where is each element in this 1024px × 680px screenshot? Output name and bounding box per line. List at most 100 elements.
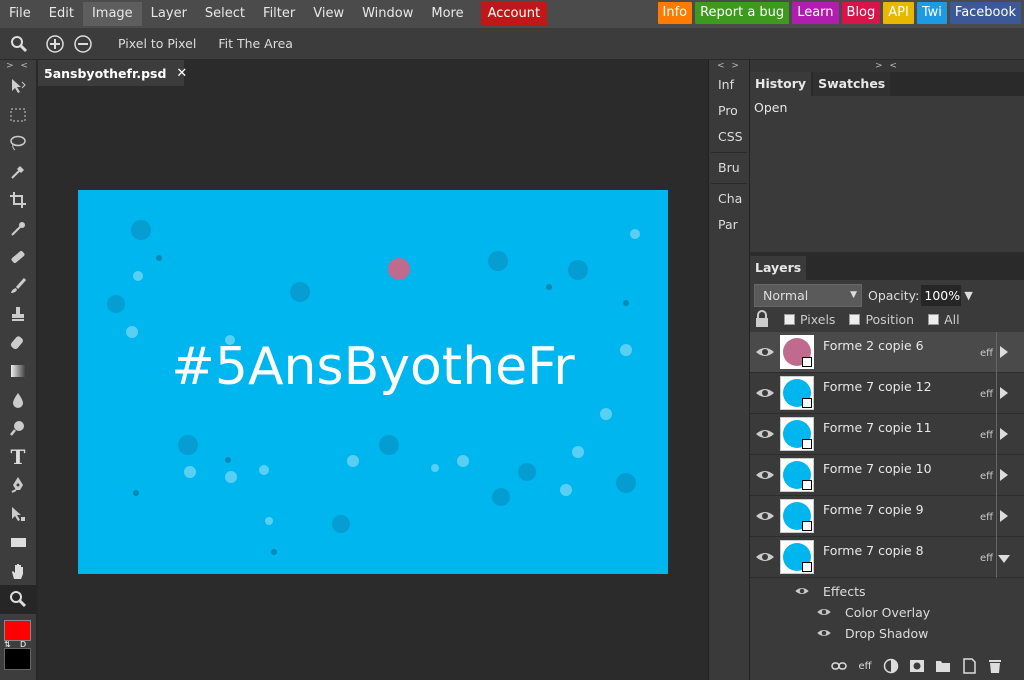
menu-edit[interactable]: Edit: [40, 2, 83, 26]
divider: [996, 537, 997, 578]
expand-arrow-icon[interactable]: [1000, 387, 1008, 399]
layer-row[interactable]: Forme 2 copie 6 eff: [750, 332, 1024, 373]
info-badge[interactable]: Info: [657, 2, 693, 24]
expand-arrow-icon[interactable]: [1000, 428, 1008, 440]
menu-window[interactable]: Window: [353, 2, 422, 26]
close-icon[interactable]: ✕: [176, 66, 187, 81]
eye-icon[interactable]: [755, 549, 775, 565]
eye-icon[interactable]: [755, 508, 775, 524]
lock-all-checkbox[interactable]: [928, 313, 940, 325]
new-layer-icon[interactable]: [960, 657, 978, 675]
blur-tool-icon[interactable]: [0, 386, 36, 415]
stamp-tool-icon[interactable]: [0, 300, 36, 329]
link-layers-icon[interactable]: [830, 657, 848, 675]
tab-swatches[interactable]: Swatches: [813, 72, 891, 96]
pen-tool-icon[interactable]: [0, 471, 36, 500]
api-badge[interactable]: API: [883, 2, 914, 24]
eye-icon[interactable]: [755, 467, 775, 483]
default-colors-button[interactable]: D: [20, 640, 26, 649]
mini-panels-collapse[interactable]: < >: [709, 60, 749, 72]
expand-arrow-icon[interactable]: [1000, 510, 1008, 522]
lock-position-checkbox[interactable]: [849, 313, 861, 325]
healing-tool-icon[interactable]: [0, 243, 36, 272]
menu-select[interactable]: Select: [196, 2, 254, 26]
menu-layer[interactable]: Layer: [142, 2, 196, 26]
badge-links: Info Report a bug Learn Blog API Twi Fac…: [657, 2, 1021, 24]
info-panel-tab[interactable]: Inf: [709, 72, 749, 98]
eye-icon[interactable]: [816, 627, 832, 639]
background-color[interactable]: [4, 648, 31, 670]
eye-icon[interactable]: [794, 585, 810, 597]
adjustment-layer-icon[interactable]: [882, 657, 900, 675]
zoom-in-icon[interactable]: [44, 33, 66, 55]
twitter-badge[interactable]: Twi: [916, 2, 947, 24]
eye-icon[interactable]: [755, 426, 775, 442]
right-panels-collapse[interactable]: > <: [750, 60, 1024, 72]
properties-panel-tab[interactable]: Pro: [709, 98, 749, 124]
direct-select-tool-icon[interactable]: [0, 500, 36, 529]
menu-image[interactable]: Image: [82, 2, 142, 26]
opacity-input[interactable]: 100%: [921, 284, 962, 306]
brush-tool-icon[interactable]: [0, 272, 36, 301]
delete-layer-icon[interactable]: [986, 657, 1004, 675]
css-panel-tab[interactable]: CSS: [709, 124, 749, 150]
tools-collapse[interactable]: > <: [0, 60, 36, 72]
crop-tool-icon[interactable]: [0, 186, 36, 215]
expand-arrow-icon[interactable]: [1000, 469, 1008, 481]
layer-row[interactable]: Forme 7 copie 10 eff: [750, 455, 1024, 496]
brush-panel-tab[interactable]: Bru: [709, 155, 749, 181]
eyedropper-tool-icon[interactable]: [0, 215, 36, 244]
foreground-color[interactable]: [4, 620, 31, 641]
learn-badge[interactable]: Learn: [792, 2, 839, 24]
account-button[interactable]: Account: [480, 2, 548, 26]
history-entry-open[interactable]: Open: [750, 96, 1024, 119]
gradient-tool-icon[interactable]: [0, 357, 36, 386]
paragraph-panel-tab[interactable]: Par: [709, 212, 749, 238]
menu-view[interactable]: View: [304, 2, 353, 26]
menu-more[interactable]: More: [422, 2, 472, 26]
add-mask-icon[interactable]: [908, 657, 926, 675]
layer-styles-button[interactable]: eff: [856, 657, 874, 675]
eraser-tool-icon[interactable]: [0, 329, 36, 358]
swap-colors-icon[interactable]: ⇅: [4, 640, 11, 649]
effect-item[interactable]: Color Overlay: [750, 603, 1024, 624]
menu-filter[interactable]: Filter: [254, 2, 304, 26]
move-tool-icon[interactable]: [0, 72, 36, 101]
eye-icon[interactable]: [816, 606, 832, 618]
report-bug-badge[interactable]: Report a bug: [695, 2, 790, 24]
menu-file[interactable]: File: [0, 2, 40, 26]
app-window: File Edit Image Layer Select Filter View…: [0, 0, 1024, 680]
collapse-arrow-icon[interactable]: [998, 555, 1010, 563]
shape-tool-icon[interactable]: [0, 528, 36, 557]
pixel-to-pixel-button[interactable]: Pixel to Pixel: [118, 36, 196, 51]
fit-area-button[interactable]: Fit The Area: [218, 36, 293, 51]
lock-pixels-checkbox[interactable]: [784, 313, 795, 325]
expand-arrow-icon[interactable]: [1000, 346, 1008, 358]
layer-row[interactable]: Forme 7 copie 9 eff: [750, 496, 1024, 537]
hand-tool-icon[interactable]: [0, 557, 36, 586]
effect-item[interactable]: Drop Shadow: [750, 624, 1024, 645]
facebook-badge[interactable]: Facebook: [949, 2, 1021, 24]
new-group-icon[interactable]: [934, 657, 952, 675]
eye-icon[interactable]: [755, 344, 775, 360]
zoom-tool-icon[interactable]: [0, 585, 36, 614]
tools-panel: > < T ⇅ D: [0, 60, 36, 680]
layer-row[interactable]: Forme 7 copie 11 eff: [750, 414, 1024, 455]
marquee-tool-icon[interactable]: [0, 101, 36, 130]
layer-row[interactable]: Forme 7 copie 12 eff: [750, 373, 1024, 414]
type-tool-icon[interactable]: T: [0, 443, 36, 472]
document-tab[interactable]: 5ansbyothefr.psd ✕: [38, 60, 187, 86]
zoom-out-icon[interactable]: [72, 33, 94, 55]
sponge-tool-icon[interactable]: [0, 414, 36, 443]
tab-layers[interactable]: Layers: [750, 256, 807, 280]
tab-history[interactable]: History: [750, 72, 812, 96]
eye-icon[interactable]: [755, 385, 775, 401]
layer-row[interactable]: Forme 7 copie 8 eff: [750, 537, 1024, 578]
blog-badge[interactable]: Blog: [841, 2, 881, 24]
quick-select-tool-icon[interactable]: [0, 158, 36, 187]
character-panel-tab[interactable]: Cha: [709, 186, 749, 212]
blend-mode-select[interactable]: Normal ▼: [754, 283, 862, 307]
lasso-tool-icon[interactable]: [0, 129, 36, 158]
image-canvas[interactable]: #5AnsByotheFr: [78, 190, 668, 574]
opacity-dropdown-icon[interactable]: ▼: [964, 289, 972, 302]
